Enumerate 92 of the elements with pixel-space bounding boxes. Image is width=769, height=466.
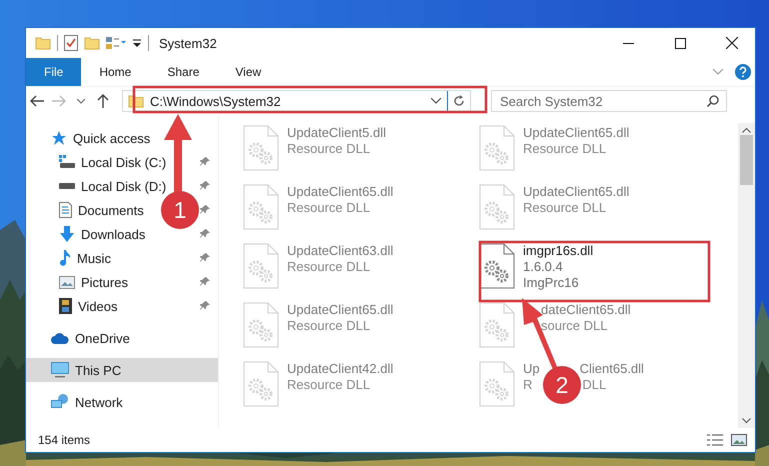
gear-file-icon bbox=[479, 125, 515, 171]
computer-icon bbox=[51, 362, 69, 378]
file-detail: Resource DLL bbox=[287, 318, 370, 333]
network-icon bbox=[51, 394, 69, 410]
nav-item[interactable]: Quick access bbox=[26, 126, 156, 150]
nav-item[interactable]: Local Disk (C:) bbox=[26, 150, 172, 174]
file-detail: DLL bbox=[582, 377, 606, 392]
file-name[interactable]: UpdateClient5.dll bbox=[287, 125, 386, 140]
file-name[interactable]: Client65.dll bbox=[580, 361, 644, 376]
pin-icon[interactable] bbox=[200, 157, 210, 167]
file-name[interactable]: UpdateClient65.dll bbox=[523, 125, 630, 140]
file-detail: source DLL bbox=[541, 318, 608, 333]
file-detail: Resource DLL bbox=[287, 141, 370, 156]
help-icon[interactable] bbox=[735, 64, 751, 80]
cloud-icon bbox=[51, 332, 69, 344]
gear-file-icon bbox=[243, 361, 279, 407]
up-arrow-icon bbox=[97, 94, 109, 108]
nav-item[interactable]: Network bbox=[26, 390, 129, 414]
file-name[interactable]: UpdateClient63.dll bbox=[287, 243, 394, 258]
scroll-down-icon[interactable] bbox=[742, 418, 751, 424]
search-field[interactable]: Search System32 bbox=[491, 90, 727, 112]
maximize-icon bbox=[674, 38, 686, 48]
gear-file-icon bbox=[479, 243, 515, 289]
view-menu-icon[interactable] bbox=[106, 36, 126, 50]
nav-item[interactable]: Music bbox=[26, 246, 117, 270]
file-name[interactable]: imgpr16s.dll bbox=[523, 243, 594, 258]
thumbnail-view-icon[interactable] bbox=[731, 434, 747, 446]
picture-icon bbox=[59, 276, 75, 288]
nav-item[interactable]: Documents bbox=[26, 198, 150, 222]
gear-file-icon bbox=[243, 184, 279, 230]
nav-item[interactable]: OneDrive bbox=[26, 326, 136, 350]
gear-file-icon bbox=[243, 302, 279, 348]
folder-icon bbox=[35, 36, 51, 50]
scroll-up-icon[interactable] bbox=[742, 127, 751, 133]
address-bar[interactable]: C:\Windows\System32 bbox=[122, 90, 471, 112]
pin-icon[interactable] bbox=[200, 301, 210, 311]
gear-file-icon bbox=[479, 184, 515, 230]
file-name[interactable]: Up bbox=[523, 361, 540, 376]
expand-ribbon-icon[interactable] bbox=[713, 69, 723, 75]
file-name[interactable]: UpdateClient65.dll bbox=[287, 302, 394, 317]
search-icon bbox=[707, 95, 719, 107]
file-detail: Resource DLL bbox=[287, 377, 370, 392]
drive-icon bbox=[59, 155, 75, 169]
document-icon bbox=[59, 202, 72, 218]
file-detail: ImgPrc16 bbox=[523, 275, 579, 290]
customize-toolbar-icon[interactable] bbox=[132, 38, 142, 48]
dropdown-icon[interactable] bbox=[431, 98, 441, 104]
gear-file-icon bbox=[479, 302, 515, 348]
file-detail: Resource DLL bbox=[287, 259, 370, 274]
pin-icon[interactable] bbox=[200, 253, 210, 263]
file-name[interactable]: UpdateClient42.dll bbox=[287, 361, 394, 376]
gear-file-icon bbox=[479, 361, 515, 407]
properties-icon[interactable] bbox=[64, 35, 78, 51]
nav-item[interactable]: Downloads bbox=[26, 222, 152, 246]
star-icon bbox=[51, 130, 67, 146]
pin-icon[interactable] bbox=[200, 205, 210, 215]
details-view-icon[interactable] bbox=[707, 434, 723, 446]
scroll-thumb[interactable] bbox=[740, 135, 753, 185]
item-count: 154 items bbox=[38, 433, 92, 447]
file-name[interactable]: UpdateClient65.dll bbox=[523, 184, 630, 199]
gear-file-icon bbox=[243, 243, 279, 289]
file-name[interactable]: UpdateClient65.dll bbox=[287, 184, 394, 199]
download-icon bbox=[59, 226, 75, 242]
minimize-icon bbox=[622, 42, 634, 44]
ribbon-tab[interactable]: View bbox=[217, 58, 280, 86]
nav-item[interactable]: This PC bbox=[26, 358, 218, 382]
pin-icon[interactable] bbox=[200, 229, 210, 239]
drive-icon bbox=[59, 183, 75, 189]
ribbon-tab[interactable]: Share bbox=[149, 58, 218, 86]
window-title: System32 bbox=[159, 36, 218, 50]
file-detail: 1.6.0.4 bbox=[523, 259, 563, 274]
music-note-icon bbox=[59, 250, 71, 266]
nav-item[interactable]: Videos bbox=[26, 294, 124, 318]
file-name[interactable]: dateClient65.dll bbox=[541, 302, 631, 317]
file-detail: Resource DLL bbox=[523, 141, 606, 156]
close-icon bbox=[726, 37, 738, 49]
back-arrow-icon bbox=[30, 95, 44, 107]
scrollbar[interactable] bbox=[738, 123, 755, 428]
file-detail: Resource DLL bbox=[287, 200, 370, 215]
gear-file-icon bbox=[243, 125, 279, 171]
file-menu-button[interactable]: File bbox=[26, 58, 82, 86]
film-icon bbox=[59, 298, 72, 314]
pin-icon[interactable] bbox=[200, 277, 210, 287]
refresh-icon[interactable] bbox=[453, 95, 465, 107]
forward-arrow-icon bbox=[52, 95, 66, 107]
ribbon-tab[interactable]: Home bbox=[81, 58, 150, 86]
nav-item[interactable]: Pictures bbox=[26, 270, 134, 294]
pin-icon[interactable] bbox=[200, 181, 210, 191]
step-badge: 2 bbox=[543, 366, 581, 404]
file-detail: R bbox=[523, 377, 532, 392]
chevron-down-icon bbox=[77, 98, 85, 104]
file-detail: Resource DLL bbox=[523, 200, 606, 215]
